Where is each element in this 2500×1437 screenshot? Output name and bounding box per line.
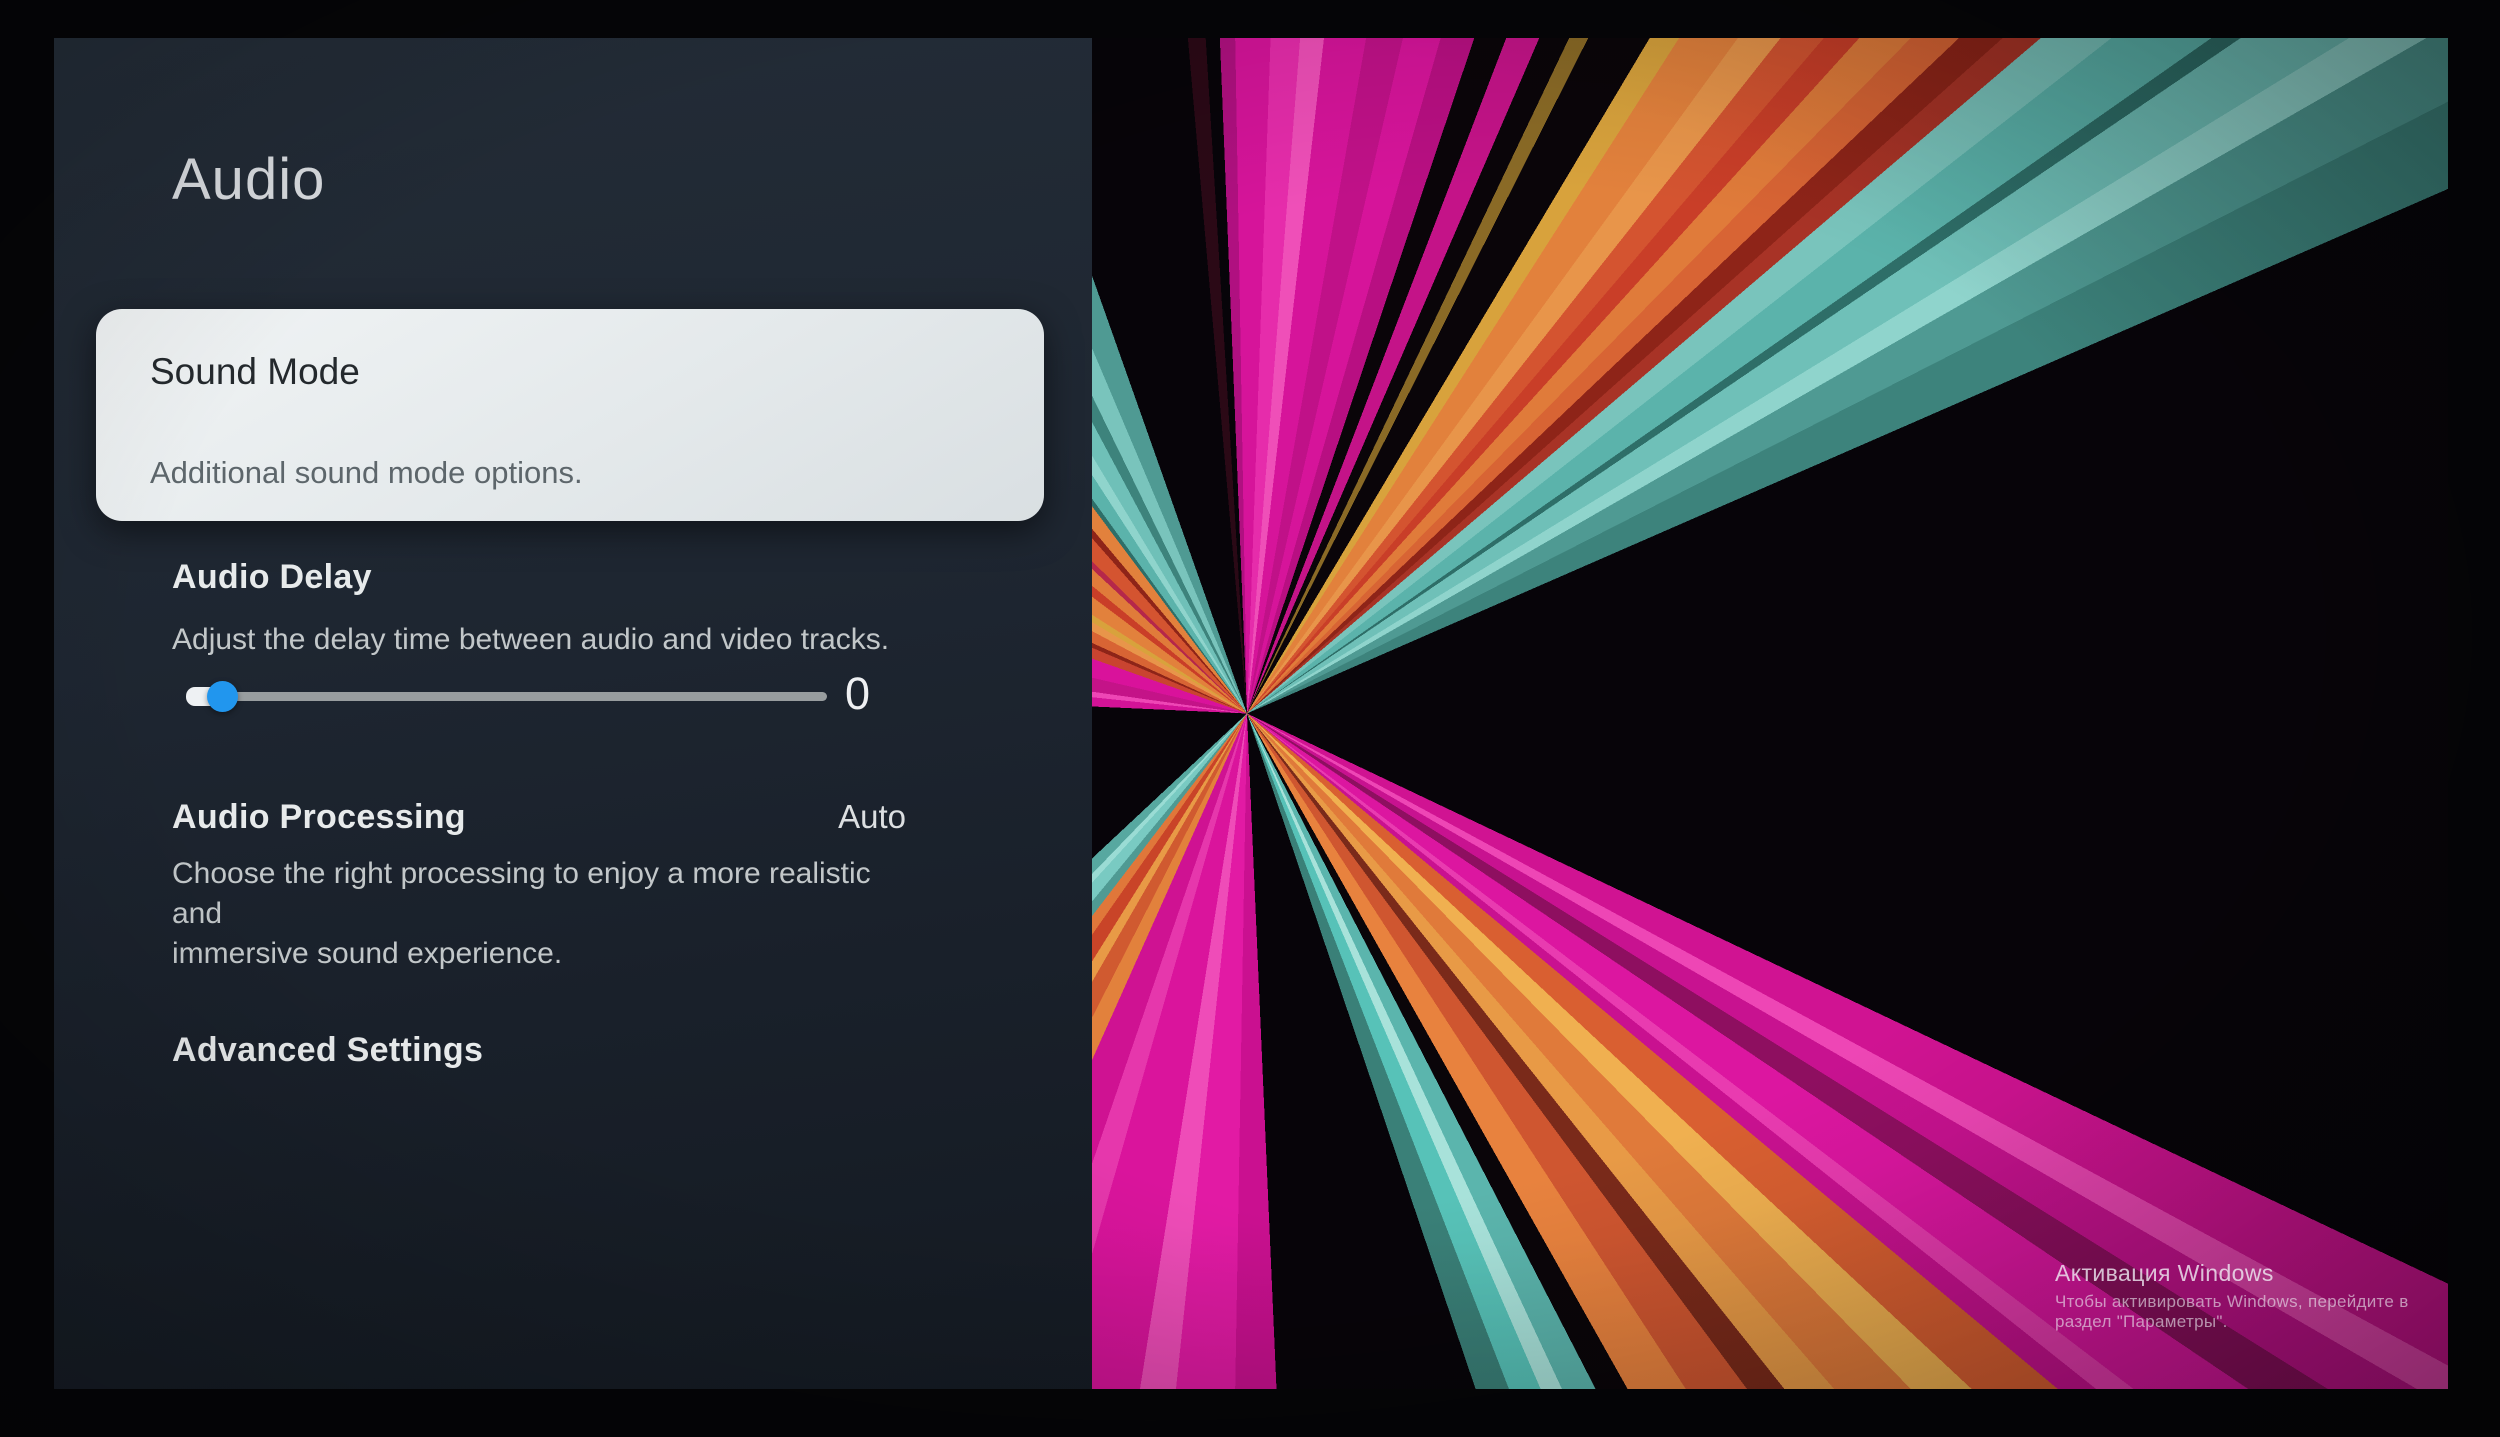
slider-track[interactable] [190,692,827,701]
sound-mode-description: Additional sound mode options. [150,455,583,490]
audio-processing-description-line1: Choose the right processing to enjoy a m… [172,857,871,930]
sound-mode-label: Sound Mode [150,351,360,392]
abstract-rays-wallpaper: Активация Windows Чтобы активировать Win… [1092,38,2448,1389]
advanced-settings-item[interactable]: Advanced Settings [172,1031,483,1070]
watermark-subtitle: Чтобы активировать Windows, перейдите в … [2055,1292,2409,1331]
slider-thumb[interactable] [207,681,238,712]
audio-processing-label: Audio Processing [172,798,466,836]
tv-photo: Audio Sound Mode Additional sound mode o… [0,0,2500,1437]
windows-activation-watermark: Активация Windows Чтобы активировать Win… [2055,1260,2448,1332]
audio-delay-slider[interactable]: 0 [172,652,870,724]
tv-screen: Audio Sound Mode Additional sound mode o… [54,38,2448,1389]
audio-processing-description: Choose the right processing to enjoy a m… [172,854,884,974]
audio-processing-description-line2: immersive sound experience. [172,937,563,970]
page-title: Audio [172,147,326,212]
watermark-title: Активация Windows [2055,1260,2274,1286]
audio-settings-panel: Audio Sound Mode Additional sound mode o… [54,38,1092,1389]
sound-mode-item[interactable]: Sound Mode Additional sound mode options… [96,309,1044,521]
audio-delay-label: Audio Delay [172,558,372,596]
audio-delay-value: 0 [844,668,870,719]
audio-processing-value: Auto [838,798,906,835]
audio-processing-item[interactable]: Audio Processing Auto [172,798,906,837]
